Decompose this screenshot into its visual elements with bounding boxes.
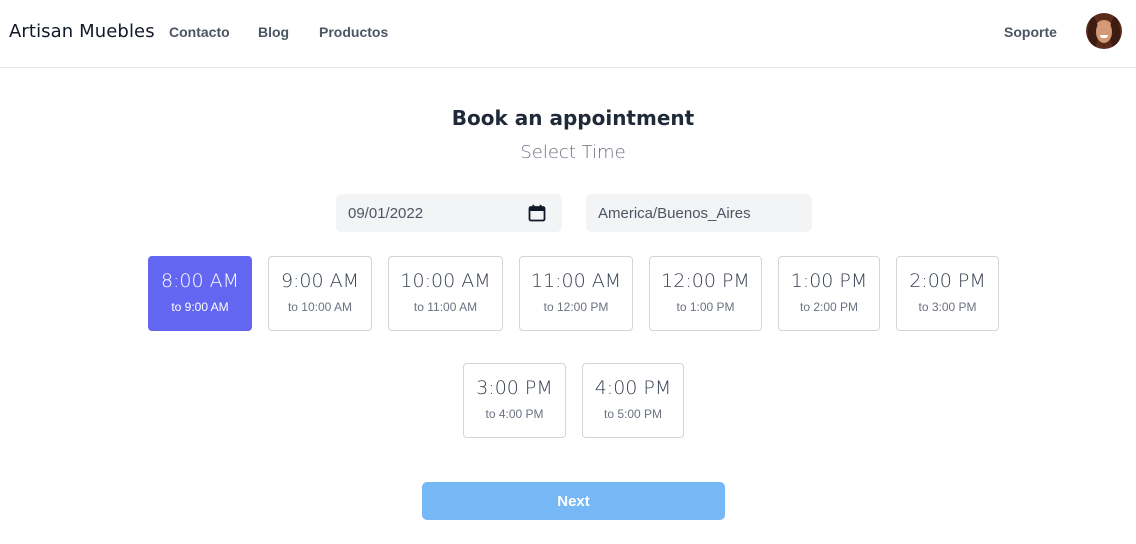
- time-slot-4pm[interactable]: 4:00 PM to 5:00 PM: [582, 363, 684, 438]
- slot-start-time: 1:00 PM: [790, 270, 868, 292]
- slot-start-time: 11:00 AM: [530, 270, 622, 292]
- calendar-icon[interactable]: [528, 204, 546, 222]
- time-slot-2pm[interactable]: 2:00 PM to 3:00 PM: [896, 256, 999, 331]
- slot-start-time: 4:00 PM: [594, 377, 672, 399]
- slot-end-time: to 4:00 PM: [485, 407, 544, 421]
- brand-logo[interactable]: Artisan Muebles: [9, 21, 155, 42]
- slot-start-time: 2:00 PM: [909, 270, 986, 292]
- nav-link-contacto[interactable]: Contacto: [169, 24, 230, 40]
- slot-end-time: to 9:00 AM: [171, 300, 229, 314]
- slot-end-time: to 5:00 PM: [603, 407, 663, 421]
- next-button[interactable]: Next: [422, 482, 725, 520]
- slot-end-time: to 1:00 PM: [676, 300, 735, 314]
- slot-end-time: to 3:00 PM: [918, 300, 977, 314]
- page-title: Book an appointment: [451, 106, 695, 130]
- user-avatar[interactable]: [1086, 13, 1122, 49]
- time-slot-8am[interactable]: 8:00 AM to 9:00 AM: [148, 256, 252, 331]
- time-slot-9am[interactable]: 9:00 AM to 10:00 AM: [268, 256, 372, 331]
- time-slot-10am[interactable]: 10:00 AM to 11:00 AM: [388, 256, 503, 331]
- timezone-select-value: America/Buenos_Aires: [598, 205, 751, 222]
- page-subtitle: Select Time: [520, 142, 626, 163]
- top-navbar: Artisan Muebles Contacto Blog Productos …: [0, 0, 1136, 68]
- nav-link-blog[interactable]: Blog: [258, 24, 289, 40]
- time-slot-12pm[interactable]: 12:00 PM to 1:00 PM: [649, 256, 762, 331]
- slot-start-time: 3:00 PM: [476, 377, 553, 399]
- support-link[interactable]: Soporte: [1004, 24, 1057, 40]
- slot-end-time: to 10:00 AM: [287, 300, 353, 314]
- date-input[interactable]: 09/01/2022: [336, 194, 562, 232]
- nav-link-productos[interactable]: Productos: [319, 24, 388, 40]
- slot-start-time: 9:00 AM: [280, 270, 360, 292]
- slot-start-time: 10:00 AM: [400, 270, 491, 292]
- slot-end-time: to 2:00 PM: [799, 300, 859, 314]
- slot-start-time: 12:00 PM: [661, 270, 750, 292]
- avatar-face: [1096, 21, 1112, 43]
- timezone-select[interactable]: America/Buenos_Aires: [586, 194, 812, 232]
- time-slot-1pm[interactable]: 1:00 PM to 2:00 PM: [778, 256, 880, 331]
- slot-start-time: 8:00 AM: [160, 270, 240, 292]
- date-input-value: 09/01/2022: [348, 205, 424, 222]
- slot-end-time: to 12:00 PM: [543, 300, 609, 314]
- time-slot-3pm[interactable]: 3:00 PM to 4:00 PM: [463, 363, 566, 438]
- slot-end-time: to 11:00 AM: [413, 300, 478, 314]
- time-slot-11am[interactable]: 11:00 AM to 12:00 PM: [519, 256, 633, 331]
